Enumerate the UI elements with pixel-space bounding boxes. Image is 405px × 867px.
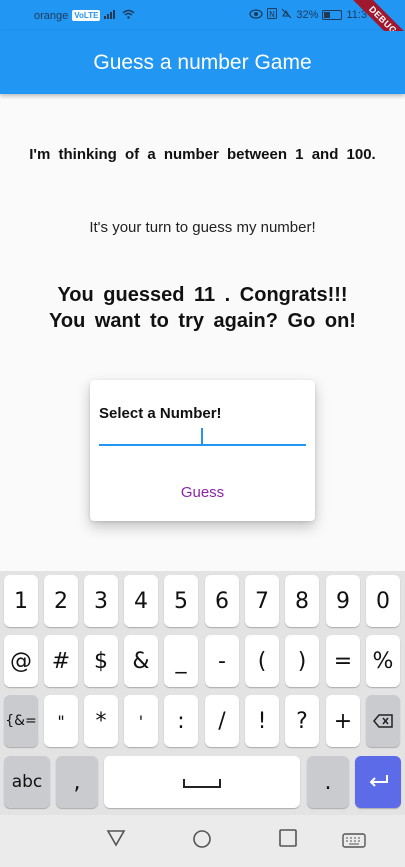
instruction-text: It's your turn to guess my number!: [89, 219, 316, 236]
soft-keyboard: 1 2 3 4 5 6 7 8 9 0 @ # $ & _ - ( ) = % …: [0, 571, 405, 815]
intro-text: I'm thinking of a number between 1 and 1…: [29, 146, 376, 163]
key-minus[interactable]: -: [205, 635, 239, 687]
key-1[interactable]: 1: [4, 575, 38, 627]
key-7[interactable]: 7: [245, 575, 279, 627]
key-slash[interactable]: /: [205, 695, 239, 747]
mute-icon: [281, 8, 292, 22]
key-question[interactable]: ?: [285, 695, 319, 747]
key-0[interactable]: 0: [366, 575, 400, 627]
app-title: Guess a number Game: [93, 50, 312, 74]
key-8[interactable]: 8: [285, 575, 319, 627]
key-3[interactable]: 3: [84, 575, 118, 627]
wifi-icon: [122, 9, 135, 22]
eye-icon: [249, 8, 263, 22]
key-4[interactable]: 4: [124, 575, 158, 627]
key-5[interactable]: 5: [164, 575, 198, 627]
space-key[interactable]: [104, 756, 300, 808]
guess-dialog: Select a Number! Guess: [90, 380, 315, 521]
key-hash[interactable]: #: [44, 635, 78, 687]
back-nav-icon[interactable]: [106, 829, 126, 852]
result-line-1: You guessed 11 . Congrats!!!: [57, 284, 348, 306]
app-bar: Guess a number Game: [0, 31, 405, 94]
key-equals[interactable]: =: [326, 635, 360, 687]
battery-icon: [322, 10, 343, 20]
key-period[interactable]: .: [307, 756, 349, 808]
key-underscore[interactable]: _: [164, 635, 198, 687]
key-single-quote[interactable]: ': [124, 695, 158, 747]
text-cursor: [201, 428, 203, 444]
enter-icon: [367, 770, 389, 795]
key-symbol-switch[interactable]: {&=: [4, 695, 38, 747]
volte-badge: VoLTE: [72, 10, 101, 21]
home-nav-icon[interactable]: [192, 829, 212, 854]
key-close-paren[interactable]: ): [285, 635, 319, 687]
key-ampersand[interactable]: &: [124, 635, 158, 687]
key-asterisk[interactable]: *: [84, 695, 118, 747]
signal-icon: [104, 9, 118, 22]
result-message: You guessed 11 . Congrats!!! You want to…: [0, 282, 405, 334]
key-dollar[interactable]: $: [84, 635, 118, 687]
system-nav-bar: [0, 815, 405, 867]
key-2[interactable]: 2: [44, 575, 78, 627]
key-percent[interactable]: %: [366, 635, 400, 687]
guess-button[interactable]: Guess: [90, 484, 315, 501]
svg-text:N: N: [269, 10, 275, 19]
result-line-2: You want to try again? Go on!: [49, 310, 356, 332]
status-bar: orange VoLTE N 32% 11:3 DEBUG: [0, 0, 405, 61]
key-colon[interactable]: :: [164, 695, 198, 747]
key-9[interactable]: 9: [326, 575, 360, 627]
battery-percent: 32%: [296, 9, 319, 21]
key-exclamation[interactable]: !: [245, 695, 279, 747]
key-plus[interactable]: +: [326, 695, 360, 747]
key-double-quote[interactable]: ": [44, 695, 78, 747]
backspace-key[interactable]: [366, 695, 400, 747]
backspace-icon: [373, 709, 393, 734]
key-at[interactable]: @: [4, 635, 38, 687]
keyboard-hide-icon[interactable]: [342, 833, 366, 854]
key-6[interactable]: 6: [205, 575, 239, 627]
dialog-label: Select a Number!: [99, 405, 222, 422]
enter-key[interactable]: [355, 756, 401, 808]
key-abc[interactable]: abc: [4, 756, 50, 808]
carrier-name: orange: [34, 9, 69, 22]
key-open-paren[interactable]: (: [245, 635, 279, 687]
screen: orange VoLTE N 32% 11:3 DEBUG Guess a nu…: [0, 0, 405, 867]
nfc-icon: N: [267, 8, 278, 22]
space-icon: [182, 770, 222, 795]
key-comma[interactable]: ,: [56, 756, 98, 808]
recents-nav-icon[interactable]: [279, 829, 297, 852]
